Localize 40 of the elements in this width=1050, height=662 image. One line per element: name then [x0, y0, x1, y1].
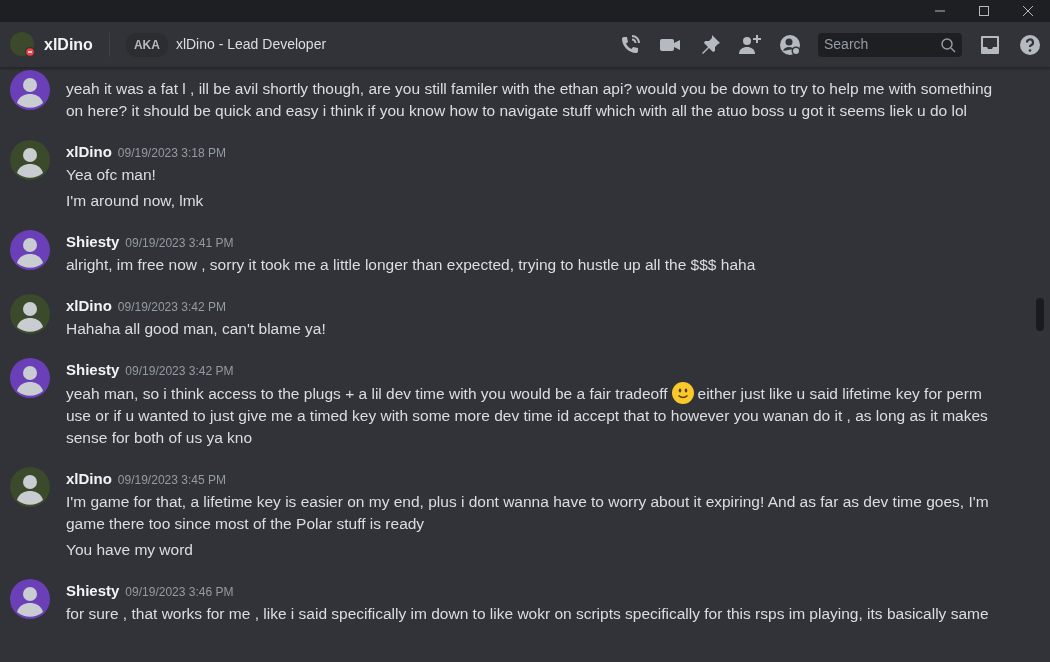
message-text: I'm game for that, a lifetime key is easier on my end, plus i dont wanna have to worry about it expiring! And as far as dev time goes, I'm game there too since most of the Polar stuff is ready — [66, 492, 990, 534]
message-text: yeah man, so i think access to the plugs + a lil dev time with you would be a fair tradeoff either just like u said lifetime key for perm use or if u wanted to just give me a timed key with some more dev time id accept that to however you wanan do it , as long as it makes sense for both of us ya kno — [66, 382, 1002, 449]
aka-tag: AKA — [125, 32, 168, 57]
user-profile-icon[interactable] — [778, 32, 802, 57]
message-text: Hahaha all good man, can't blame ya! — [66, 319, 327, 339]
add-friend-icon[interactable] — [738, 32, 762, 57]
author-name[interactable]: xlDino — [66, 297, 112, 314]
search-input[interactable]: Search — [824, 34, 934, 55]
message-timestamp: 09/19/2023 3:41 PM — [125, 236, 234, 250]
user-avatar[interactable] — [10, 31, 36, 58]
message-text: You have my word — [66, 540, 194, 560]
message-timestamp: 09/19/2023 3:18 PM — [117, 146, 226, 160]
user-avatar[interactable] — [10, 230, 50, 270]
message-text: for sure , that works for me , like i said specifically im down to like wokr on scripts specifically for this rsps im playing, its basically same — [66, 604, 990, 624]
message-text: I'm around now, lmk — [66, 191, 205, 211]
author-name[interactable]: xlDino — [66, 470, 112, 487]
user-avatar[interactable] — [10, 467, 50, 507]
scrollbar-thumb[interactable] — [1036, 298, 1044, 331]
user-avatar[interactable] — [10, 294, 50, 334]
smiley-icon — [671, 382, 694, 404]
search-field[interactable]: Search — [818, 32, 962, 57]
search-icon — [940, 36, 956, 53]
message-timestamp: 09/19/2023 3:45 PM — [117, 473, 226, 487]
username: xlDino — [44, 34, 93, 55]
nickname: xlDino - Lead Developer — [175, 35, 327, 54]
message-timestamp: 09/19/2023 3:46 PM — [125, 585, 234, 599]
author-name[interactable]: Shiesty — [66, 361, 120, 378]
user-avatar[interactable] — [10, 140, 50, 180]
author-name[interactable]: Shiesty — [66, 233, 120, 250]
author-name[interactable]: xlDino — [66, 143, 112, 160]
author-name[interactable]: Shiesty — [66, 582, 120, 599]
help-icon[interactable] — [1018, 32, 1042, 57]
message-timestamp: 09/19/2023 3:42 PM — [125, 364, 234, 378]
user-avatar[interactable] — [10, 579, 50, 619]
message-timestamp: 09/19/2023 3:42 PM — [117, 300, 226, 314]
user-avatar[interactable] — [10, 358, 50, 398]
message-text: alright, im free now , sorry it took me a little longer than expected, trying to hustle up all the $$$ haha — [66, 255, 757, 275]
message-text: Yea ofc man! — [66, 165, 157, 185]
message-text: yeah it was a fat l , ill be avil shortly though, are you still familer with the ethan api? would you be down to try to help me with something on here? it should be quick and easy i think if you know how to navigate stuff which with all the atuo boss u got it seems liek u do lol — [66, 79, 994, 121]
user-avatar[interactable] — [10, 70, 50, 110]
